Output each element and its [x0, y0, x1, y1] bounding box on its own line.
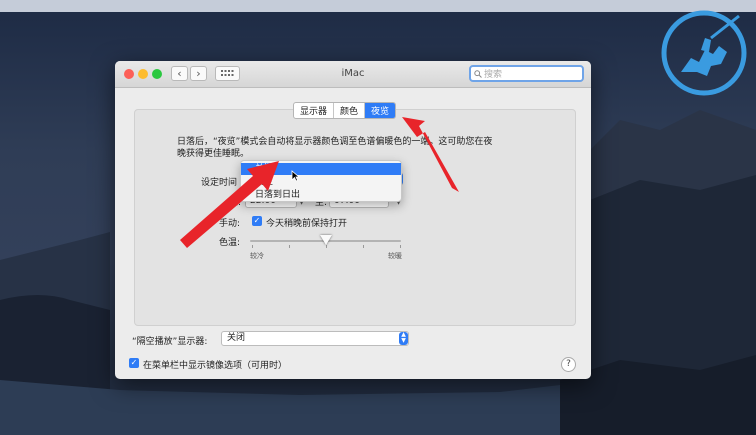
- annotation-arrows: [180, 117, 459, 248]
- red-arrow-icon: [180, 161, 279, 248]
- red-arrow-icon: [402, 117, 459, 192]
